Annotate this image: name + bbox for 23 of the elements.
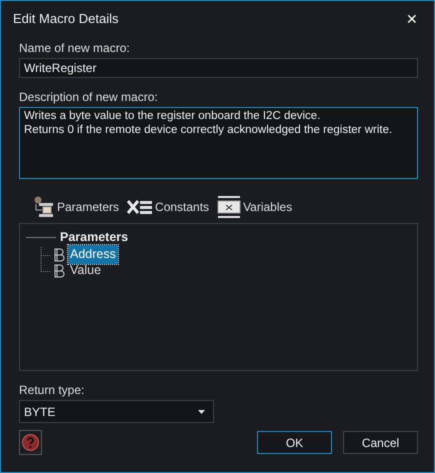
field-label: Return type: — [19, 383, 86, 397]
window-title: Edit Macro Details — [13, 10, 118, 28]
caret-icon — [198, 410, 205, 414]
field-label: Name of new macro: — [19, 41, 131, 55]
tree-node[interactable]: Address — [68, 245, 118, 264]
byte-type-icon — [53, 264, 65, 278]
tab[interactable]: Variables — [215, 195, 294, 219]
description-field[interactable]: Writes a byte value to the register onboard the I2C device. Returns 0 if the remote device correctly acknowledged the register write. — [19, 107, 418, 179]
variable-icon — [217, 195, 242, 219]
help-icon — [22, 434, 39, 451]
tab[interactable]: Constants — [125, 198, 212, 216]
help-button[interactable] — [19, 430, 42, 455]
cancel-button[interactable]: Cancel — [343, 431, 418, 454]
return-type-dropdown[interactable]: BYTE — [19, 400, 214, 423]
byte-type-icon — [53, 248, 65, 262]
field-label: Description of new macro: — [19, 90, 159, 104]
tab[interactable]: Parameters — [31, 196, 122, 218]
ok-button[interactable]: OK — [257, 431, 332, 454]
constants-icon — [127, 199, 154, 215]
parameters-icon — [33, 196, 55, 218]
close-button[interactable]: ✕ — [402, 12, 422, 26]
name-field[interactable]: WriteRegister — [19, 58, 418, 78]
tree-node[interactable]: Parameters — [60, 228, 128, 247]
